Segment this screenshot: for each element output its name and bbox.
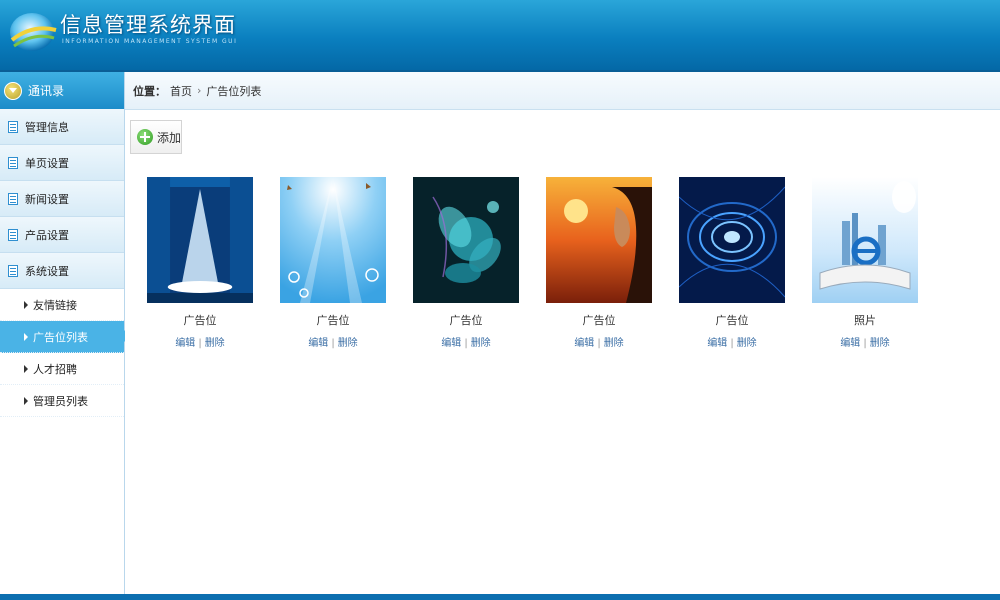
sidebar-item-recruitment[interactable]: 人才招聘 [0, 353, 124, 385]
ad-thumbnail-sunset-woman[interactable] [546, 177, 652, 303]
edit-link[interactable]: 编辑 [175, 338, 195, 349]
breadcrumb-label: 位置： [133, 84, 166, 98]
sidebar-group-label: 产品设置 [25, 228, 69, 242]
caret-right-icon [24, 364, 28, 373]
sidebar-item-label: 友情链接 [33, 298, 77, 312]
main-content: 位置： 首页 › 广告位列表 添加 广告位 编辑 | 删除 广告位 编辑 | 删… [125, 72, 1000, 594]
ad-card-title: 照片 [854, 314, 876, 327]
ad-card-title: 广告位 [449, 314, 483, 327]
caret-right-icon [24, 396, 28, 405]
delete-link[interactable]: 删除 [870, 338, 890, 349]
ad-card-actions: 编辑 | 删除 [810, 334, 920, 349]
sidebar-group-label: 管理信息 [25, 120, 69, 134]
sidebar: 通讯录 管理信息 单页设置 新闻设置 产品设置 系统设置 友情链接 广告位列表 … [0, 72, 130, 594]
sidebar-group-manage-info[interactable]: 管理信息 [0, 109, 124, 145]
delete-link[interactable]: 删除 [604, 338, 624, 349]
sidebar-header[interactable]: 通讯录 [0, 72, 124, 109]
delete-link[interactable]: 删除 [205, 338, 225, 349]
edit-link[interactable]: 编辑 [308, 338, 328, 349]
sidebar-group-system[interactable]: 系统设置 [0, 253, 124, 289]
ad-card: 广告位 编辑 | 删除 [411, 177, 521, 349]
sidebar-header-label: 通讯录 [28, 84, 65, 98]
document-icon [8, 264, 18, 277]
ad-card-title: 广告位 [183, 314, 217, 327]
edit-link[interactable]: 编辑 [441, 338, 461, 349]
app-subtitle: INFORMATION MANAGEMENT SYSTEM GUI [62, 38, 238, 45]
delete-link[interactable]: 删除 [737, 338, 757, 349]
sidebar-group-product[interactable]: 产品设置 [0, 217, 124, 253]
ad-card: 广告位 编辑 | 删除 [278, 177, 388, 349]
add-button[interactable]: 添加 [130, 120, 182, 154]
delete-link[interactable]: 删除 [338, 338, 358, 349]
divider: | [331, 338, 335, 349]
sidebar-item-label: 广告位列表 [33, 330, 88, 344]
app-header: 信息管理系统界面 INFORMATION MANAGEMENT SYSTEM G… [0, 0, 1000, 72]
ad-card-actions: 编辑 | 删除 [278, 334, 388, 349]
sidebar-item-friend-links[interactable]: 友情链接 [0, 289, 124, 321]
add-button-label: 添加 [157, 130, 182, 145]
sidebar-group-label: 系统设置 [25, 264, 69, 278]
plus-circle-icon [137, 129, 153, 145]
sidebar-group-label: 新闻设置 [25, 192, 69, 206]
ad-card-title: 广告位 [316, 314, 350, 327]
divider: | [597, 338, 601, 349]
divider: | [730, 338, 734, 349]
sidebar-item-admin-list[interactable]: 管理员列表 [0, 385, 124, 417]
breadcrumb-home-link[interactable]: 首页 [170, 83, 192, 99]
sidebar-item-label: 管理员列表 [33, 394, 88, 408]
edit-link[interactable]: 编辑 [840, 338, 860, 349]
ad-card-actions: 编辑 | 删除 [145, 334, 255, 349]
ad-card-actions: 编辑 | 删除 [411, 334, 521, 349]
sidebar-group-news[interactable]: 新闻设置 [0, 181, 124, 217]
ad-card-title: 广告位 [582, 314, 616, 327]
ad-card-actions: 编辑 | 删除 [677, 334, 787, 349]
ad-thumbnail-light-rays[interactable] [280, 177, 386, 303]
ad-card-actions: 编辑 | 删除 [544, 334, 654, 349]
document-icon [8, 120, 18, 133]
breadcrumb-separator: › [197, 84, 202, 97]
sidebar-item-ad-list[interactable]: 广告位列表 [0, 321, 130, 353]
document-icon [8, 228, 18, 241]
footer-bar [0, 594, 1000, 600]
ad-thumbnail-blue-tech[interactable] [679, 177, 785, 303]
document-icon [8, 156, 18, 169]
delete-link[interactable]: 删除 [471, 338, 491, 349]
ad-thumbnail-ie-book-city[interactable] [812, 177, 918, 303]
collapse-circle-icon [4, 81, 22, 100]
ad-thumbnail-glowing-flower[interactable] [413, 177, 519, 303]
ad-card: 广告位 编辑 | 删除 [677, 177, 787, 349]
edit-link[interactable]: 编辑 [574, 338, 594, 349]
logo-globe-icon [10, 13, 57, 51]
breadcrumb: 位置： 首页 › 广告位列表 [125, 72, 1000, 110]
document-icon [8, 192, 18, 205]
sidebar-group-single-page[interactable]: 单页设置 [0, 145, 124, 181]
caret-right-icon [24, 300, 28, 309]
ad-card: 广告位 编辑 | 删除 [145, 177, 255, 349]
divider: | [863, 338, 867, 349]
sidebar-group-label: 单页设置 [25, 156, 69, 170]
divider: | [198, 338, 202, 349]
app-title: 信息管理系统界面 [60, 13, 236, 37]
edit-link[interactable]: 编辑 [707, 338, 727, 349]
ad-thumbnail-stage-spotlight[interactable] [147, 177, 253, 303]
breadcrumb-current: 广告位列表 [206, 84, 262, 98]
divider: | [464, 338, 468, 349]
sidebar-item-label: 人才招聘 [33, 362, 77, 376]
ad-card: 广告位 编辑 | 删除 [544, 177, 654, 349]
caret-right-icon [24, 332, 28, 341]
ad-card-title: 广告位 [715, 314, 749, 327]
ad-card: 照片 编辑 | 删除 [810, 177, 920, 349]
